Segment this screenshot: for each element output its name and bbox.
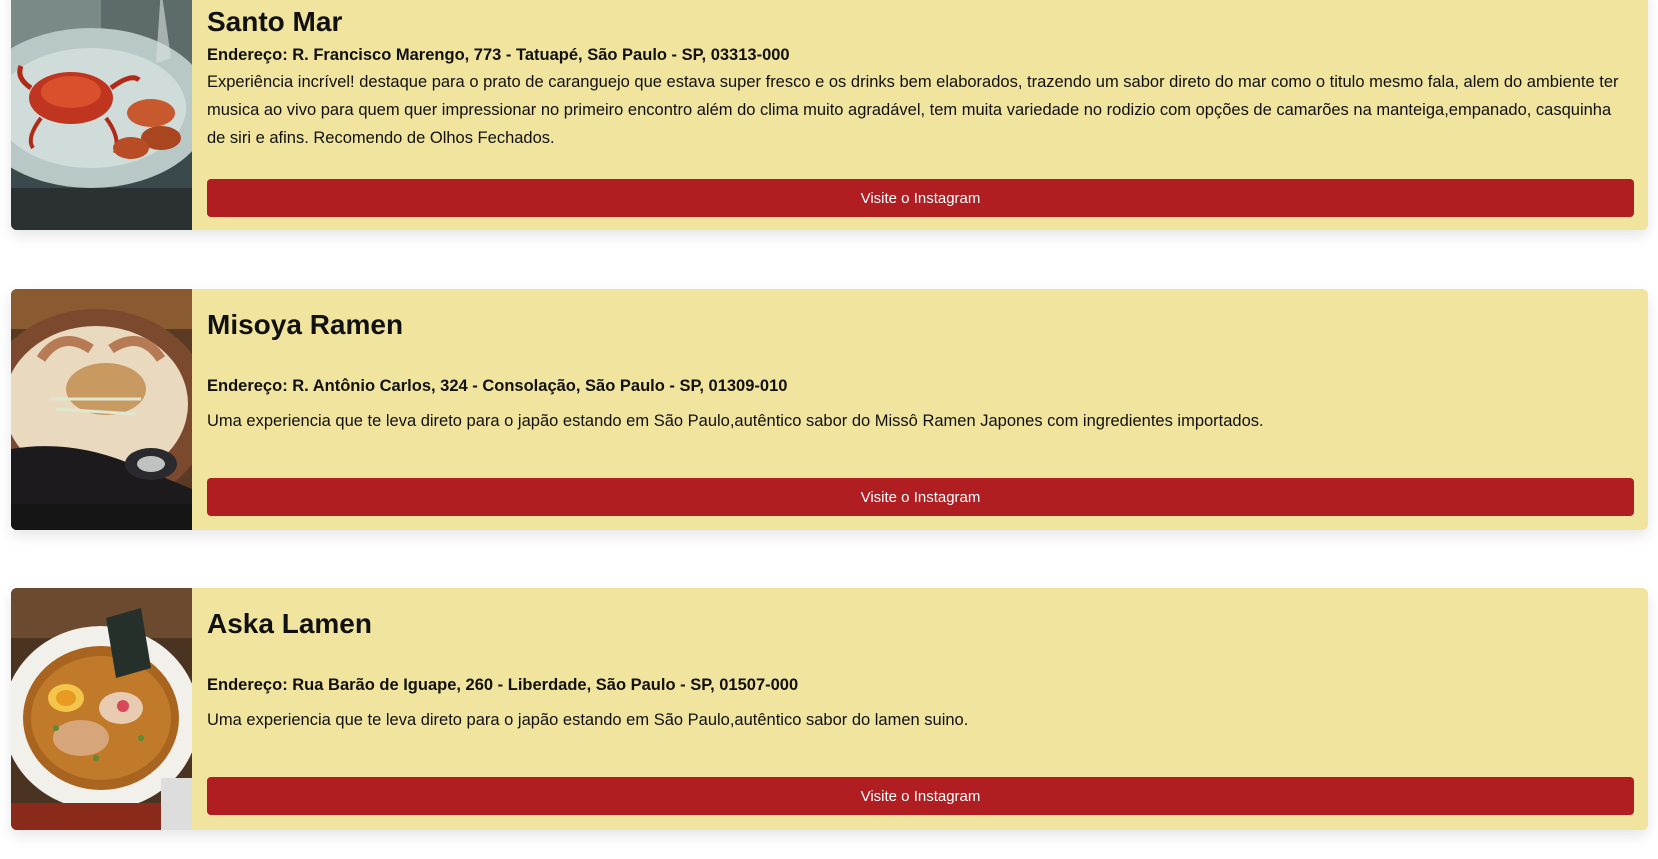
restaurant-description: Uma experiencia que te leva direto para …	[207, 412, 1264, 430]
restaurant-card: Aska Lamen Endereço: Rua Barão de Iguape…	[11, 588, 1648, 830]
restaurant-card: Misoya Ramen Endereço: R. Antônio Carlos…	[11, 289, 1648, 530]
instagram-button[interactable]: Visite o Instagram	[207, 478, 1634, 516]
restaurant-name: Misoya Ramen	[207, 309, 404, 340]
restaurant-description: Experiência incrível! destaque para o pr…	[207, 73, 1619, 147]
restaurant-address: Endereço: Rua Barão de Iguape, 260 - Lib…	[207, 676, 799, 694]
restaurant-address: Endereço: R. Antônio Carlos, 324 - Conso…	[207, 377, 788, 395]
restaurant-name: Santo Mar	[207, 6, 343, 37]
restaurant-name: Aska Lamen	[207, 608, 372, 639]
instagram-button[interactable]: Visite o Instagram	[207, 777, 1634, 815]
restaurant-content: Santo Mar Endereço: R. Francisco Marengo…	[192, 0, 1648, 230]
restaurant-photo-lamen-bowl	[11, 588, 192, 830]
restaurant-photo-ramen-bowl	[11, 289, 192, 530]
restaurant-content: Misoya Ramen Endereço: R. Antônio Carlos…	[192, 289, 1648, 530]
restaurant-address: Endereço: R. Francisco Marengo, 773 - Ta…	[207, 46, 790, 64]
restaurant-content: Aska Lamen Endereço: Rua Barão de Iguape…	[192, 588, 1648, 830]
instagram-button[interactable]: Visite o Instagram	[207, 179, 1634, 217]
restaurant-card: Santo Mar Endereço: R. Francisco Marengo…	[11, 0, 1648, 230]
restaurant-photo-crab-dish	[11, 0, 192, 230]
restaurant-description: Uma experiencia que te leva direto para …	[207, 711, 969, 729]
